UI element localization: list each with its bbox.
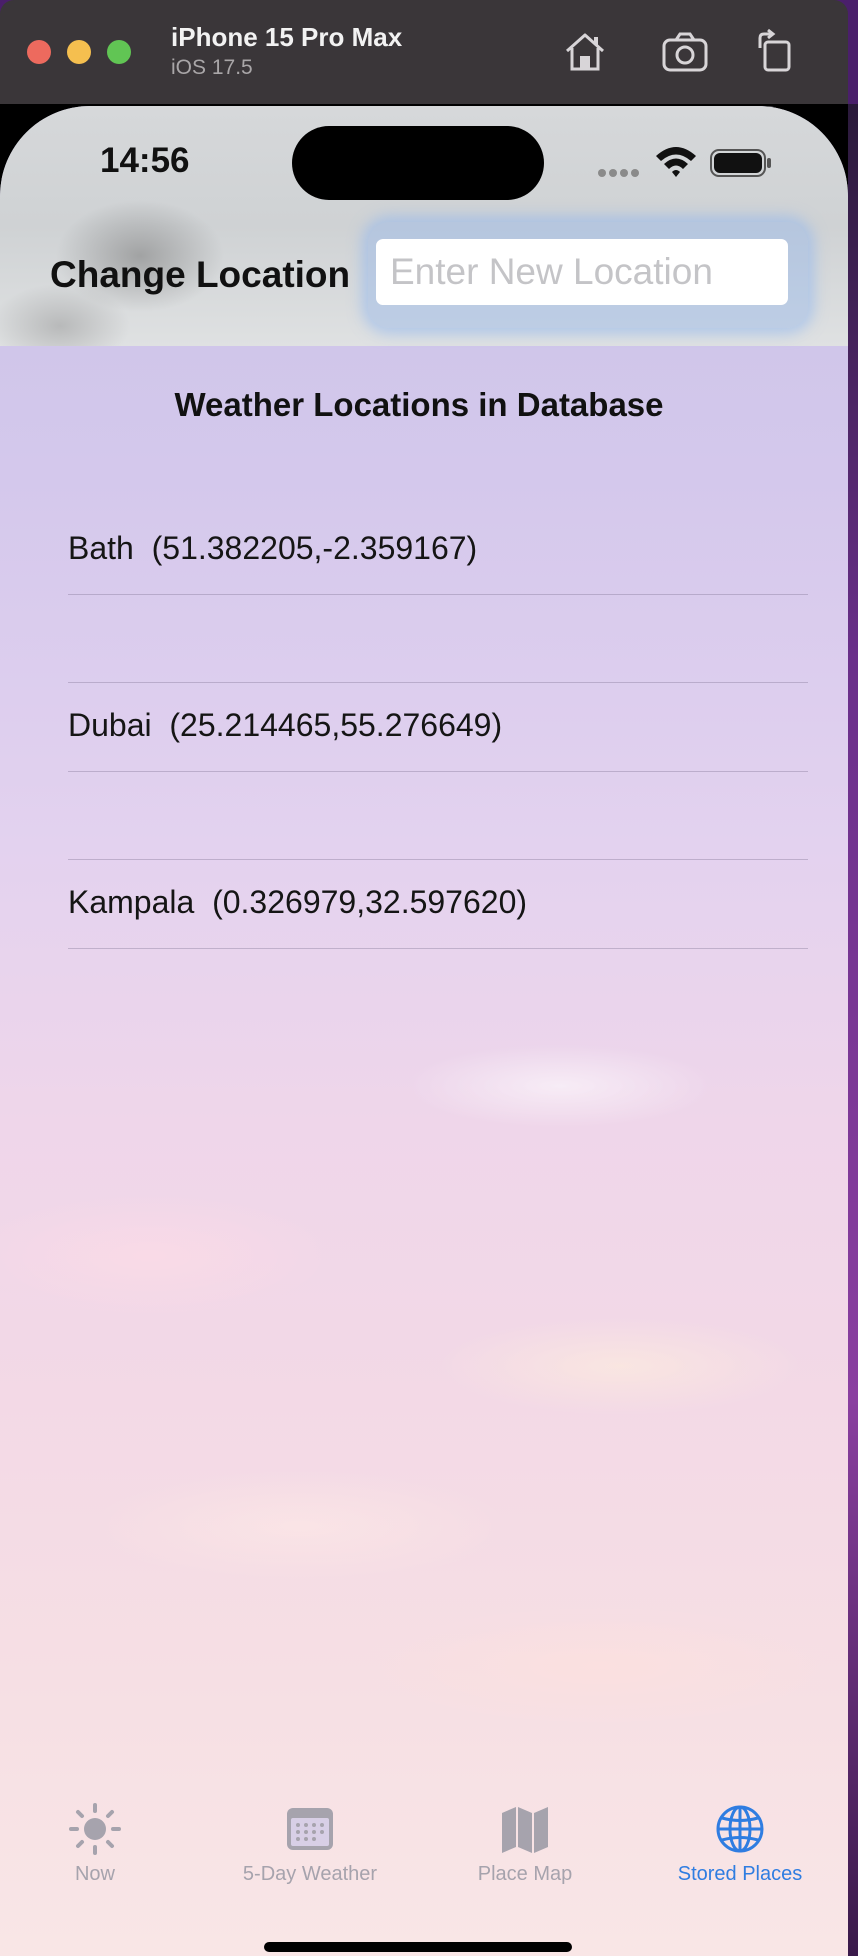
- change-location-label: Change Location: [50, 254, 351, 295]
- cellular-signal-icon: [598, 164, 642, 182]
- simulator-title-bar: iPhone 15 Pro Max iOS 17.5: [0, 0, 848, 104]
- tab-stored-places[interactable]: Stored Places: [640, 1801, 840, 1886]
- os-version: iOS 17.5: [171, 56, 253, 79]
- phone-screen: 14:56 Change Location Weather Locations …: [0, 106, 848, 1956]
- list-item[interactable]: Dubai (25.214465,55.276649): [68, 683, 808, 772]
- rotate-button[interactable]: [750, 26, 802, 78]
- tab-place-map[interactable]: Place Map: [425, 1801, 625, 1886]
- desktop-background: [848, 104, 858, 1956]
- tab-5-day-weather[interactable]: 5-Day Weather: [210, 1801, 410, 1886]
- rotate-icon: [758, 28, 791, 72]
- tab-5-day-weather-label: 5-Day Weather: [242, 1863, 378, 1885]
- home-indicator[interactable]: [264, 1942, 572, 1952]
- tab-now-label: Now: [74, 1863, 115, 1885]
- wifi-icon: [656, 147, 696, 177]
- location-label: Dubai (25.214465,55.276649): [68, 707, 503, 743]
- globe-icon: [716, 1805, 764, 1853]
- tab-now[interactable]: Now: [0, 1801, 195, 1886]
- screenshot-button[interactable]: [659, 26, 711, 78]
- list-spacer: [68, 772, 808, 860]
- list-item[interactable]: Bath (51.382205,-2.359167): [68, 506, 808, 595]
- zoom-window-button[interactable]: [107, 40, 131, 64]
- home-icon: [566, 33, 604, 71]
- location-input[interactable]: [376, 239, 788, 305]
- device-name: iPhone 15 Pro Max: [171, 22, 403, 52]
- battery-icon: [710, 149, 771, 177]
- calendar-icon: [287, 1808, 333, 1850]
- tab-stored-places-label: Stored Places: [677, 1863, 803, 1885]
- list-item[interactable]: Kampala (0.326979,32.597620): [68, 860, 808, 949]
- tab-bar: Now 5-Day Weather Place Map Stored Place…: [0, 1801, 848, 1921]
- page-title: Weather Locations in Database: [174, 386, 664, 423]
- dynamic-island: [292, 126, 544, 200]
- location-header: 14:56 Change Location: [0, 106, 848, 346]
- camera-icon: [662, 32, 708, 72]
- location-input-focus-ring: [368, 222, 808, 328]
- close-window-button[interactable]: [27, 40, 51, 64]
- locations-list: Bath (51.382205,-2.359167) Dubai (25.214…: [68, 506, 808, 949]
- tab-place-map-label: Place Map: [477, 1863, 573, 1885]
- home-button[interactable]: [559, 26, 611, 78]
- location-label: Kampala (0.326979,32.597620): [68, 884, 528, 920]
- minimize-window-button[interactable]: [67, 40, 91, 64]
- status-time: 14:56: [100, 141, 190, 180]
- location-label: Bath (51.382205,-2.359167): [68, 530, 478, 566]
- sun-icon: [69, 1803, 121, 1855]
- map-icon: [502, 1807, 548, 1853]
- list-spacer: [68, 595, 808, 683]
